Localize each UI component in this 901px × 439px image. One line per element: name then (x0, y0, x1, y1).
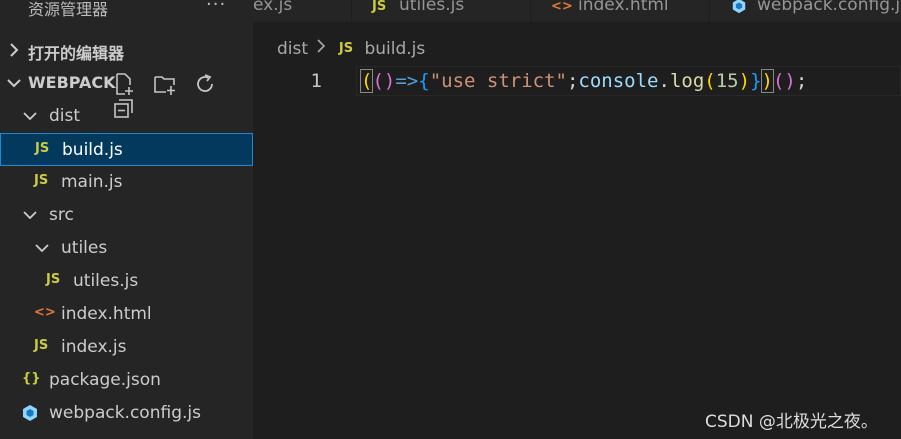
tree-file-utiles-js[interactable]: JS utiles.js (0, 265, 253, 298)
project-section[interactable]: WEBPACK (0, 67, 253, 118)
code-token: () (772, 70, 796, 92)
tree-folder-utiles[interactable]: utiles (0, 232, 253, 265)
tree-file-build-js[interactable]: JS build.js (0, 133, 253, 166)
explorer-sidebar: 资源管理器 ··· 打开的编辑器 WEBPACK dist JS build.j… (0, 0, 253, 439)
project-label: WEBPACK (28, 73, 116, 92)
tree-file-main-js[interactable]: JS main.js (0, 166, 253, 199)
new-file-icon[interactable] (112, 72, 136, 96)
code-token: ; (795, 70, 808, 92)
code-token: ; (566, 70, 579, 92)
code-token: ) (738, 70, 751, 92)
json-file-icon: {} (22, 371, 41, 386)
tree-item-label: package.json (49, 370, 161, 390)
html-file-icon: <> (551, 0, 573, 14)
tree-file-package-json[interactable]: {} package.json (0, 364, 253, 397)
js-file-icon: JS (372, 0, 387, 14)
webpack-icon (23, 405, 37, 421)
breadcrumb-file[interactable]: build.js (364, 39, 425, 59)
code-token: () (372, 70, 396, 92)
breadcrumb: dist JS build.js (277, 38, 425, 64)
refresh-icon[interactable] (193, 72, 217, 96)
code-token: console (578, 70, 659, 92)
webpack-icon (732, 0, 746, 14)
code-token: ( (359, 69, 374, 93)
tree-item-label: build.js (62, 140, 123, 160)
chevron-down-icon (23, 211, 37, 220)
code-token: ( (704, 70, 716, 92)
tab-index-html[interactable]: <> index.html (531, 0, 710, 22)
chevron-right-icon (10, 43, 19, 57)
chevron-down-icon (7, 79, 21, 88)
tree-file-index-js[interactable]: JS index.js (0, 331, 253, 364)
tree-item-label: webpack.config.js (49, 403, 201, 423)
explorer-title: 资源管理器 (28, 0, 109, 19)
breadcrumb-folder[interactable]: dist (277, 39, 308, 59)
tree-item-label: utiles (61, 238, 108, 258)
open-editors-label: 打开的编辑器 (28, 44, 125, 63)
tree-folder-src[interactable]: src (0, 199, 253, 232)
tree-item-label: src (49, 205, 74, 225)
html-file-icon: <> (34, 305, 56, 320)
code-token: } (750, 70, 762, 92)
js-file-icon: JS (34, 338, 49, 353)
editor-tab-bar: ex.js JS utiles.js <> index.html webpack… (253, 0, 901, 22)
tree-file-webpack-config[interactable]: webpack.config.js (0, 397, 253, 430)
code-line[interactable]: (()=>{"use strict";console.log(15)})(); (359, 69, 808, 93)
tree-item-label: utiles.js (73, 271, 139, 291)
tab-index-js[interactable]: ex.js (253, 0, 352, 22)
tab-label: webpack.config.j (757, 0, 901, 15)
js-file-icon: JS (46, 272, 61, 287)
code-token: { (418, 70, 430, 92)
line-number: 1 (310, 70, 322, 92)
code-token: log (669, 70, 705, 92)
chevron-down-icon (35, 244, 49, 253)
code-token: "use strict" (429, 70, 567, 92)
tab-webpack-config[interactable]: webpack.config.j (710, 0, 901, 22)
tab-label: ex.js (253, 0, 293, 15)
code-token: 15 (715, 70, 739, 92)
explorer-header: 资源管理器 ··· (0, 0, 253, 22)
code-token: ) (760, 69, 775, 93)
tab-label: index.html (578, 0, 669, 15)
tree-item-label: index.html (61, 304, 152, 324)
open-editors-section[interactable]: 打开的编辑器 (0, 34, 253, 67)
tab-utiles-js[interactable]: JS utiles.js (352, 0, 531, 22)
chevron-right-icon (313, 38, 329, 59)
code-token: => (395, 70, 419, 92)
code-token: . (658, 70, 670, 92)
tree-file-index-html[interactable]: <> index.html (0, 298, 253, 331)
chevron-down-icon (23, 112, 37, 121)
new-folder-icon[interactable] (153, 72, 177, 96)
watermark: CSDN @北极光之夜。 (705, 412, 878, 432)
more-actions-icon[interactable]: ··· (206, 0, 226, 15)
tree-item-label: dist (49, 106, 81, 126)
js-file-icon: JS (338, 41, 354, 56)
tab-label: utiles.js (399, 0, 465, 15)
tree-item-label: index.js (61, 337, 127, 357)
js-file-icon: JS (34, 173, 49, 188)
explorer-actions (112, 72, 253, 118)
tree-folder-dist[interactable]: dist (0, 100, 253, 133)
js-file-icon: JS (35, 141, 50, 156)
tree-item-label: main.js (61, 172, 123, 192)
